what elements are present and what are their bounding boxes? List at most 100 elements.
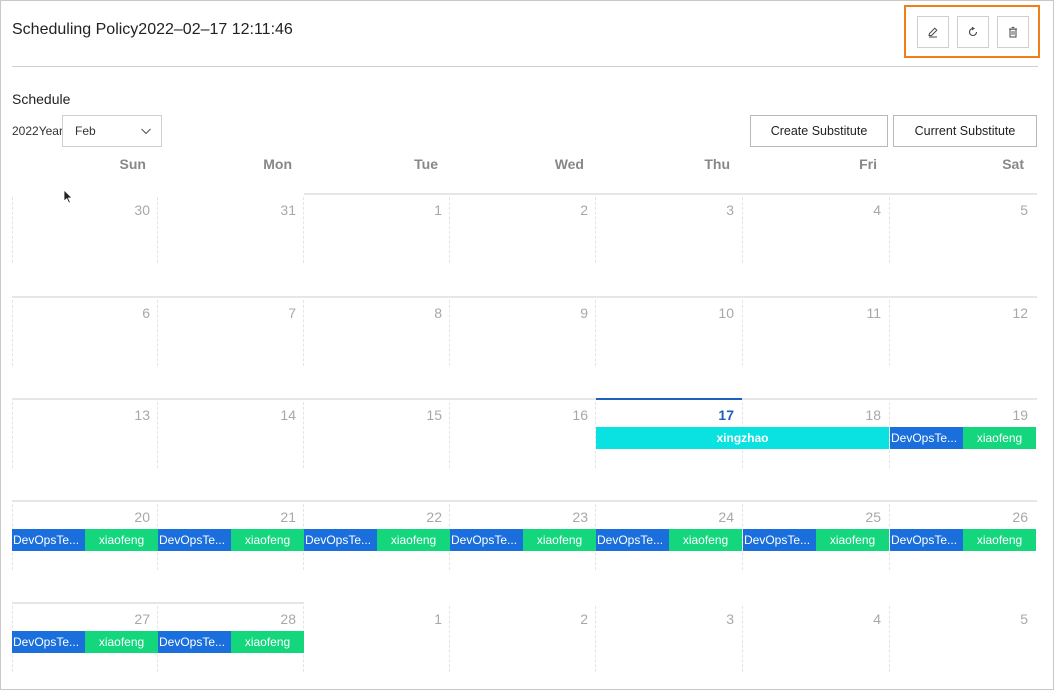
day-cell-number[interactable]: 7: [158, 305, 304, 321]
day-cell-number[interactable]: 25: [743, 509, 889, 525]
day-cell-number[interactable]: 10: [596, 305, 742, 321]
day-cell-number[interactable]: 19: [890, 407, 1036, 423]
day-cell-number[interactable]: 3: [596, 202, 742, 218]
day-cell-number[interactable]: 15: [304, 407, 450, 423]
page-header: Scheduling Policy2022–02–17 12:11:46: [0, 0, 1054, 62]
week-divider: [12, 296, 1037, 298]
day-cell-number[interactable]: 28: [158, 611, 304, 627]
event-xiaofeng[interactable]: xiaofeng: [963, 529, 1036, 551]
day-separator: [449, 300, 450, 366]
event-devops-team[interactable]: DevOpsTe...: [890, 427, 963, 449]
day-cell-number[interactable]: 4: [743, 611, 889, 627]
header-divider: [12, 66, 1038, 67]
day-cell-number[interactable]: 8: [304, 305, 450, 321]
day-cell-number[interactable]: 5: [890, 202, 1036, 218]
event-devops-team[interactable]: DevOpsTe...: [12, 631, 85, 653]
schedule-heading: Schedule: [12, 91, 71, 107]
event-xiaofeng[interactable]: xiaofeng: [963, 427, 1036, 449]
day-cell-number[interactable]: 13: [12, 407, 158, 423]
day-cell-today[interactable]: 17: [596, 407, 742, 423]
current-substitute-button[interactable]: Current Substitute: [893, 115, 1037, 147]
weekday-sat: Sat: [1002, 156, 1024, 172]
day-separator: [449, 606, 450, 672]
week-divider: [304, 193, 1037, 195]
event-xiaofeng[interactable]: xiaofeng: [231, 631, 304, 653]
month-select[interactable]: Feb: [62, 115, 162, 147]
event-xiaofeng[interactable]: xiaofeng: [377, 529, 450, 551]
day-cell-number[interactable]: 18: [743, 407, 889, 423]
day-separator: [889, 606, 890, 672]
day-separator: [12, 402, 13, 468]
weekday-thu: Thu: [704, 156, 730, 172]
month-select-value: Feb: [75, 124, 96, 138]
refresh-button[interactable]: [957, 16, 989, 48]
day-cell-number[interactable]: 9: [450, 305, 596, 321]
day-separator: [449, 402, 450, 468]
week-divider: [12, 500, 1037, 502]
day-cell-number[interactable]: 2: [450, 202, 596, 218]
day-cell-number[interactable]: 30: [12, 202, 158, 218]
day-separator: [595, 197, 596, 263]
event-devops-team[interactable]: DevOpsTe...: [304, 529, 377, 551]
day-separator: [157, 300, 158, 366]
day-cell-number[interactable]: 12: [890, 305, 1036, 321]
year-label: 2022Years: [12, 124, 69, 138]
week-divider: [12, 602, 304, 604]
day-cell-number[interactable]: 1: [304, 202, 450, 218]
day-cell-number[interactable]: 22: [304, 509, 450, 525]
event-devops-team[interactable]: DevOpsTe...: [890, 529, 963, 551]
edit-button[interactable]: [917, 16, 949, 48]
weekday-sun: Sun: [119, 156, 146, 172]
edit-icon: [928, 27, 938, 38]
day-separator: [157, 402, 158, 468]
day-cell-number[interactable]: 16: [450, 407, 596, 423]
week-divider: [12, 398, 1037, 400]
day-cell-number[interactable]: 1: [304, 611, 450, 627]
event-xiaofeng[interactable]: xiaofeng: [85, 529, 158, 551]
day-cell-number[interactable]: 26: [890, 509, 1036, 525]
day-separator: [303, 300, 304, 366]
event-xiaofeng[interactable]: xiaofeng: [523, 529, 596, 551]
day-separator: [742, 606, 743, 672]
event-xiaofeng[interactable]: xiaofeng: [816, 529, 889, 551]
weekday-mon: Mon: [263, 156, 292, 172]
weekday-fri: Fri: [859, 156, 877, 172]
event-xiaofeng[interactable]: xiaofeng: [669, 529, 742, 551]
event-devops-team[interactable]: DevOpsTe...: [743, 529, 816, 551]
day-cell-number[interactable]: 20: [12, 509, 158, 525]
event-devops-team[interactable]: DevOpsTe...: [158, 631, 231, 653]
event-devops-team[interactable]: DevOpsTe...: [158, 529, 231, 551]
day-separator: [303, 402, 304, 468]
day-cell-number[interactable]: 6: [12, 305, 158, 321]
page-title: Scheduling Policy2022–02–17 12:11:46: [12, 21, 293, 38]
day-cell-number[interactable]: 4: [743, 202, 889, 218]
day-separator: [157, 197, 158, 263]
day-cell-number[interactable]: 23: [450, 509, 596, 525]
event-devops-team[interactable]: DevOpsTe...: [596, 529, 669, 551]
create-substitute-button[interactable]: Create Substitute: [750, 115, 888, 147]
day-cell-number[interactable]: 24: [596, 509, 742, 525]
weekday-wed: Wed: [554, 156, 584, 172]
day-cell-number[interactable]: 27: [12, 611, 158, 627]
day-separator: [742, 197, 743, 263]
day-cell-number[interactable]: 11: [743, 305, 889, 321]
day-cell-number[interactable]: 14: [158, 407, 304, 423]
window-frame: [0, 0, 1054, 690]
trash-icon: [1009, 26, 1017, 38]
day-separator: [12, 197, 13, 263]
event-devops-team[interactable]: DevOpsTe...: [450, 529, 523, 551]
day-cell-number[interactable]: 5: [890, 611, 1036, 627]
event-xingzhao[interactable]: xingzhao: [596, 427, 889, 449]
event-xiaofeng[interactable]: xiaofeng: [85, 631, 158, 653]
day-cell-number[interactable]: 2: [450, 611, 596, 627]
event-xiaofeng[interactable]: xiaofeng: [231, 529, 304, 551]
day-cell-number[interactable]: 21: [158, 509, 304, 525]
day-separator: [889, 197, 890, 263]
day-cell-number[interactable]: 3: [596, 611, 742, 627]
day-separator: [889, 300, 890, 366]
action-button-group: [904, 5, 1040, 58]
delete-button[interactable]: [997, 16, 1029, 48]
event-devops-team[interactable]: DevOpsTe...: [12, 529, 85, 551]
today-indicator: [596, 398, 742, 400]
day-cell-number[interactable]: 31: [158, 202, 304, 218]
